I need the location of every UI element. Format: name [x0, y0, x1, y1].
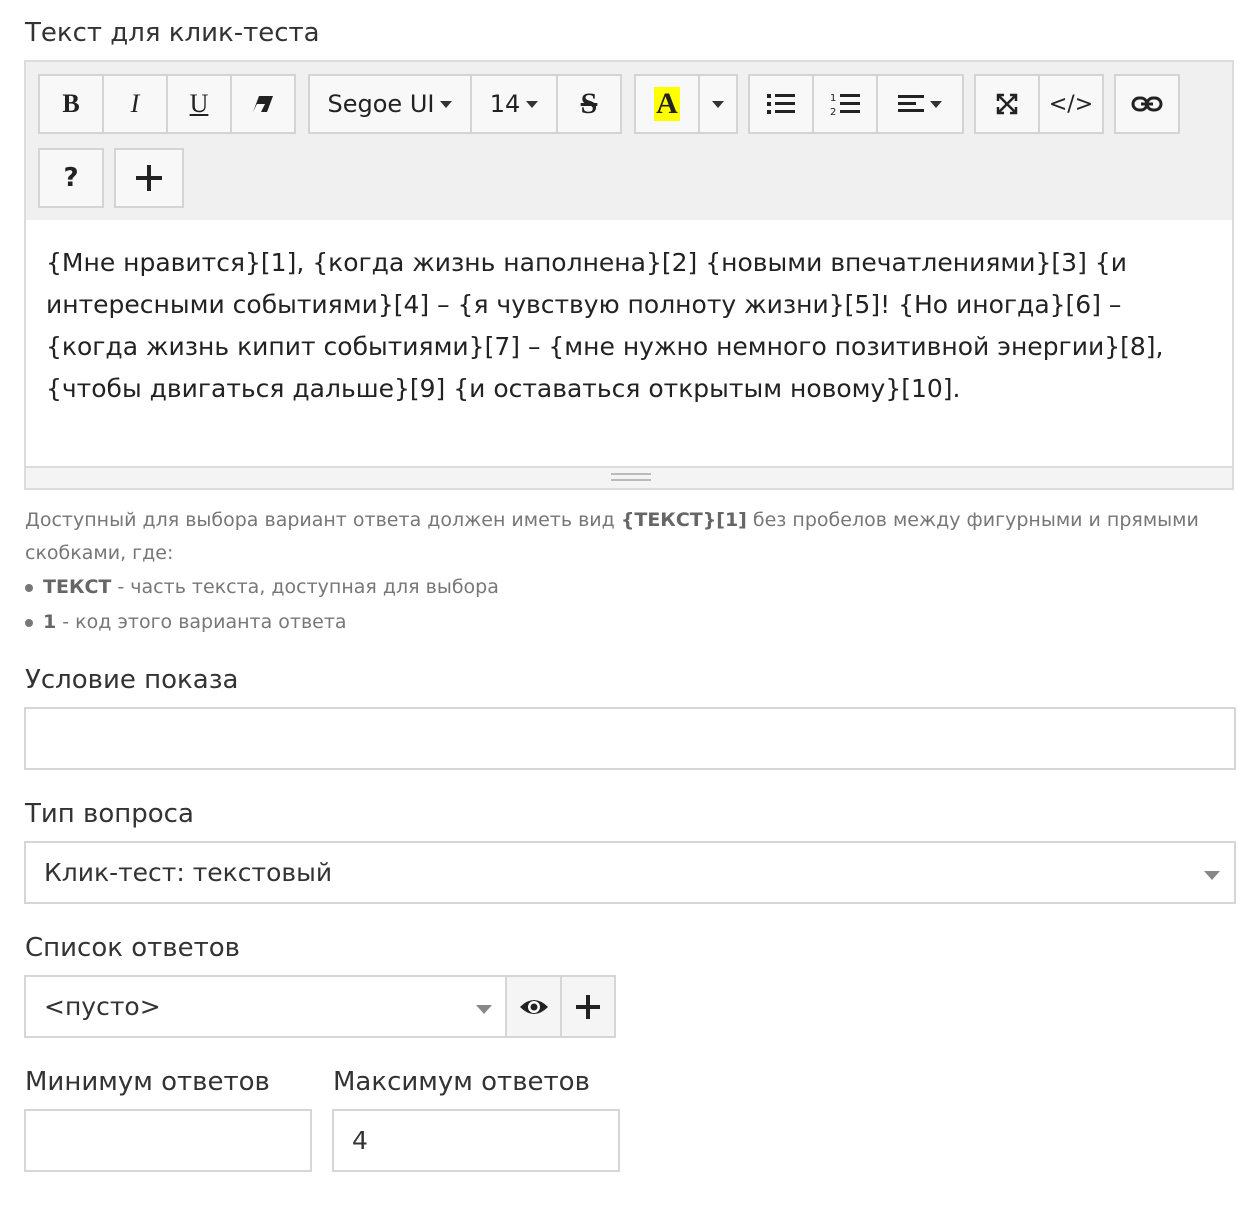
bulleted-list-button[interactable] — [748, 74, 814, 134]
editor-resize-handle[interactable] — [26, 466, 1232, 488]
help-intro: Доступный для выбора вариант ответа долж… — [25, 509, 621, 531]
align-left-icon — [898, 95, 924, 112]
condition-label: Условие показа — [25, 665, 239, 695]
chevron-down-icon — [1204, 871, 1220, 880]
min-answers-input[interactable] — [24, 1109, 312, 1172]
eraser-icon — [253, 96, 273, 112]
editor-label: Текст для клик-теста — [25, 18, 320, 48]
help-button[interactable]: ? — [38, 148, 104, 208]
link-button[interactable] — [1114, 74, 1180, 134]
help-bullet: ТЕКСТ - часть текста, доступная для выбо… — [25, 570, 1235, 605]
font-family-dropdown[interactable]: Segoe UI — [308, 74, 472, 134]
help-desc: - код этого варианта ответа — [56, 611, 347, 633]
expand-icon — [996, 93, 1018, 115]
code-icon: </> — [1048, 91, 1094, 117]
chevron-down-icon — [440, 100, 453, 108]
chevron-down-icon — [526, 100, 539, 108]
answers-label: Список ответов — [25, 933, 240, 963]
bullet-icon — [25, 618, 33, 627]
bullet-icon — [25, 583, 33, 592]
svg-text:1: 1 — [830, 93, 836, 104]
font-size-dropdown[interactable]: 14 — [470, 74, 558, 134]
bulleted-list-icon — [767, 94, 795, 114]
max-answers-input[interactable]: 4 — [332, 1109, 620, 1172]
help-desc: - часть текста, доступная для выбора — [111, 576, 499, 598]
svg-text:2: 2 — [830, 107, 836, 117]
add-answers-button[interactable] — [560, 975, 616, 1038]
underline-icon: U — [189, 89, 209, 118]
help-format: {ТЕКСТ}[1] — [620, 509, 747, 531]
clear-format-button[interactable] — [230, 74, 296, 134]
plus-icon — [576, 994, 600, 1019]
align-dropdown[interactable] — [876, 74, 964, 134]
link-icon — [1131, 96, 1163, 112]
font-family-value: Segoe UI — [327, 90, 435, 118]
italic-button[interactable]: I — [102, 74, 168, 134]
fullscreen-button[interactable] — [974, 74, 1040, 134]
condition-input[interactable] — [24, 707, 1236, 770]
help-bullet: 1 - код этого варианта ответа — [25, 605, 1235, 640]
help-text: Доступный для выбора вариант ответа долж… — [25, 504, 1235, 640]
editor-toolbar: B I U Segoe UI 14 S A 12 </> ? — [26, 62, 1232, 220]
numbered-list-icon: 12 — [830, 93, 860, 117]
question-type-label: Тип вопроса — [25, 799, 194, 829]
help-icon: ? — [63, 163, 79, 193]
bold-icon: B — [62, 89, 80, 118]
eye-icon — [519, 999, 548, 1014]
answers-value: <пусто> — [44, 992, 161, 1021]
help-term: 1 — [43, 611, 57, 633]
underline-button[interactable]: U — [166, 74, 232, 134]
insert-button[interactable] — [114, 148, 184, 208]
chevron-down-icon — [930, 100, 942, 108]
color-dropdown-button[interactable] — [698, 74, 738, 134]
bold-button[interactable]: B — [38, 74, 104, 134]
chevron-down-icon — [712, 100, 724, 108]
highlight-color-icon: A — [654, 87, 680, 121]
help-term: ТЕКСТ — [43, 576, 112, 598]
editor-content[interactable]: {Мне нравится}[1], {когда жизнь наполнен… — [46, 242, 1206, 410]
preview-answers-button[interactable] — [505, 975, 562, 1038]
answers-select[interactable]: <пусто> — [24, 975, 508, 1038]
strikethrough-icon: S — [580, 87, 598, 120]
text-color-button[interactable]: A — [634, 74, 700, 134]
plus-icon — [136, 165, 162, 191]
max-answers-label: Максимум ответов — [333, 1067, 590, 1097]
numbered-list-button[interactable]: 12 — [812, 74, 878, 134]
strikethrough-button[interactable]: S — [556, 74, 622, 134]
font-size-value: 14 — [489, 90, 521, 118]
question-type-value: Клик-тест: текстовый — [44, 858, 333, 887]
italic-icon: I — [130, 89, 140, 118]
rich-text-editor: B I U Segoe UI 14 S A 12 </> ? {Мне нрав… — [24, 60, 1234, 490]
min-answers-label: Минимум ответов — [25, 1067, 270, 1097]
code-view-button[interactable]: </> — [1038, 74, 1104, 134]
chevron-down-icon — [476, 1005, 492, 1014]
question-type-select[interactable]: Клик-тест: текстовый — [24, 841, 1236, 904]
grip-icon — [611, 473, 651, 481]
